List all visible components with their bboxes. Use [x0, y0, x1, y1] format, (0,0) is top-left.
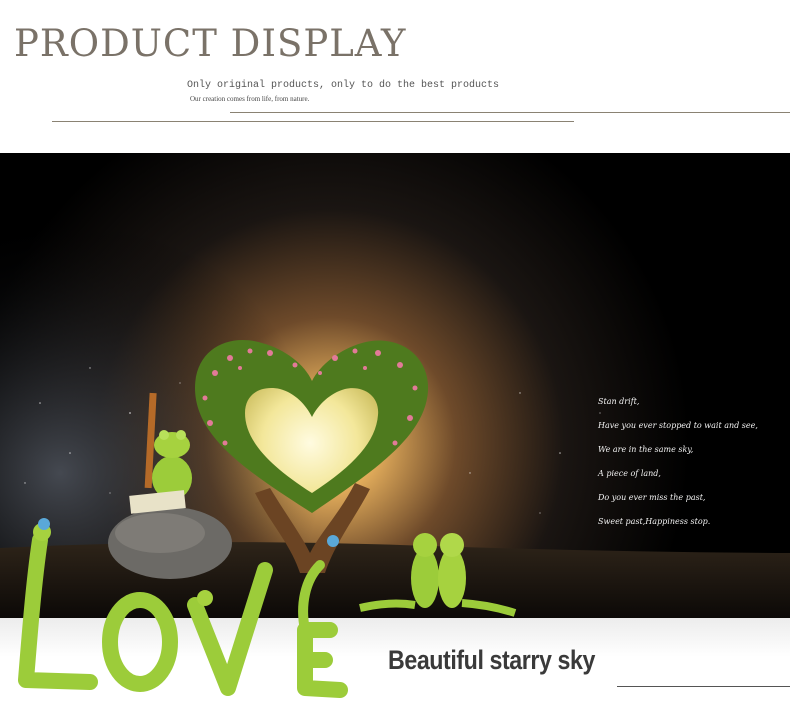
poem-line: Stan drift, [598, 397, 640, 406]
poem-line: We are in the same sky, [598, 445, 694, 454]
poem-line: Do you ever miss the past, [598, 493, 706, 502]
divider-lower [52, 121, 574, 122]
poem-line: A piece of land, [598, 469, 661, 478]
caption-title: Beautiful starry sky [388, 645, 595, 675]
poem-line: Have you ever stopped to wait and see, [598, 421, 758, 430]
page-title: PRODUCT DISPLAY [14, 22, 407, 65]
divider-upper [230, 112, 790, 113]
subtitle: Only original products, only to do the b… [187, 80, 500, 91]
header-section: PRODUCT DISPLAY Only original products, … [0, 0, 790, 153]
poem-line: Sweet past,Happiness stop. [598, 517, 711, 526]
caption-underline [617, 686, 790, 687]
poem-text: Stan drift, Have you ever stopped to wai… [598, 390, 758, 534]
love-frogs-figurine [18, 518, 348, 698]
tagline: Our creation comes from life, from natur… [190, 95, 310, 103]
